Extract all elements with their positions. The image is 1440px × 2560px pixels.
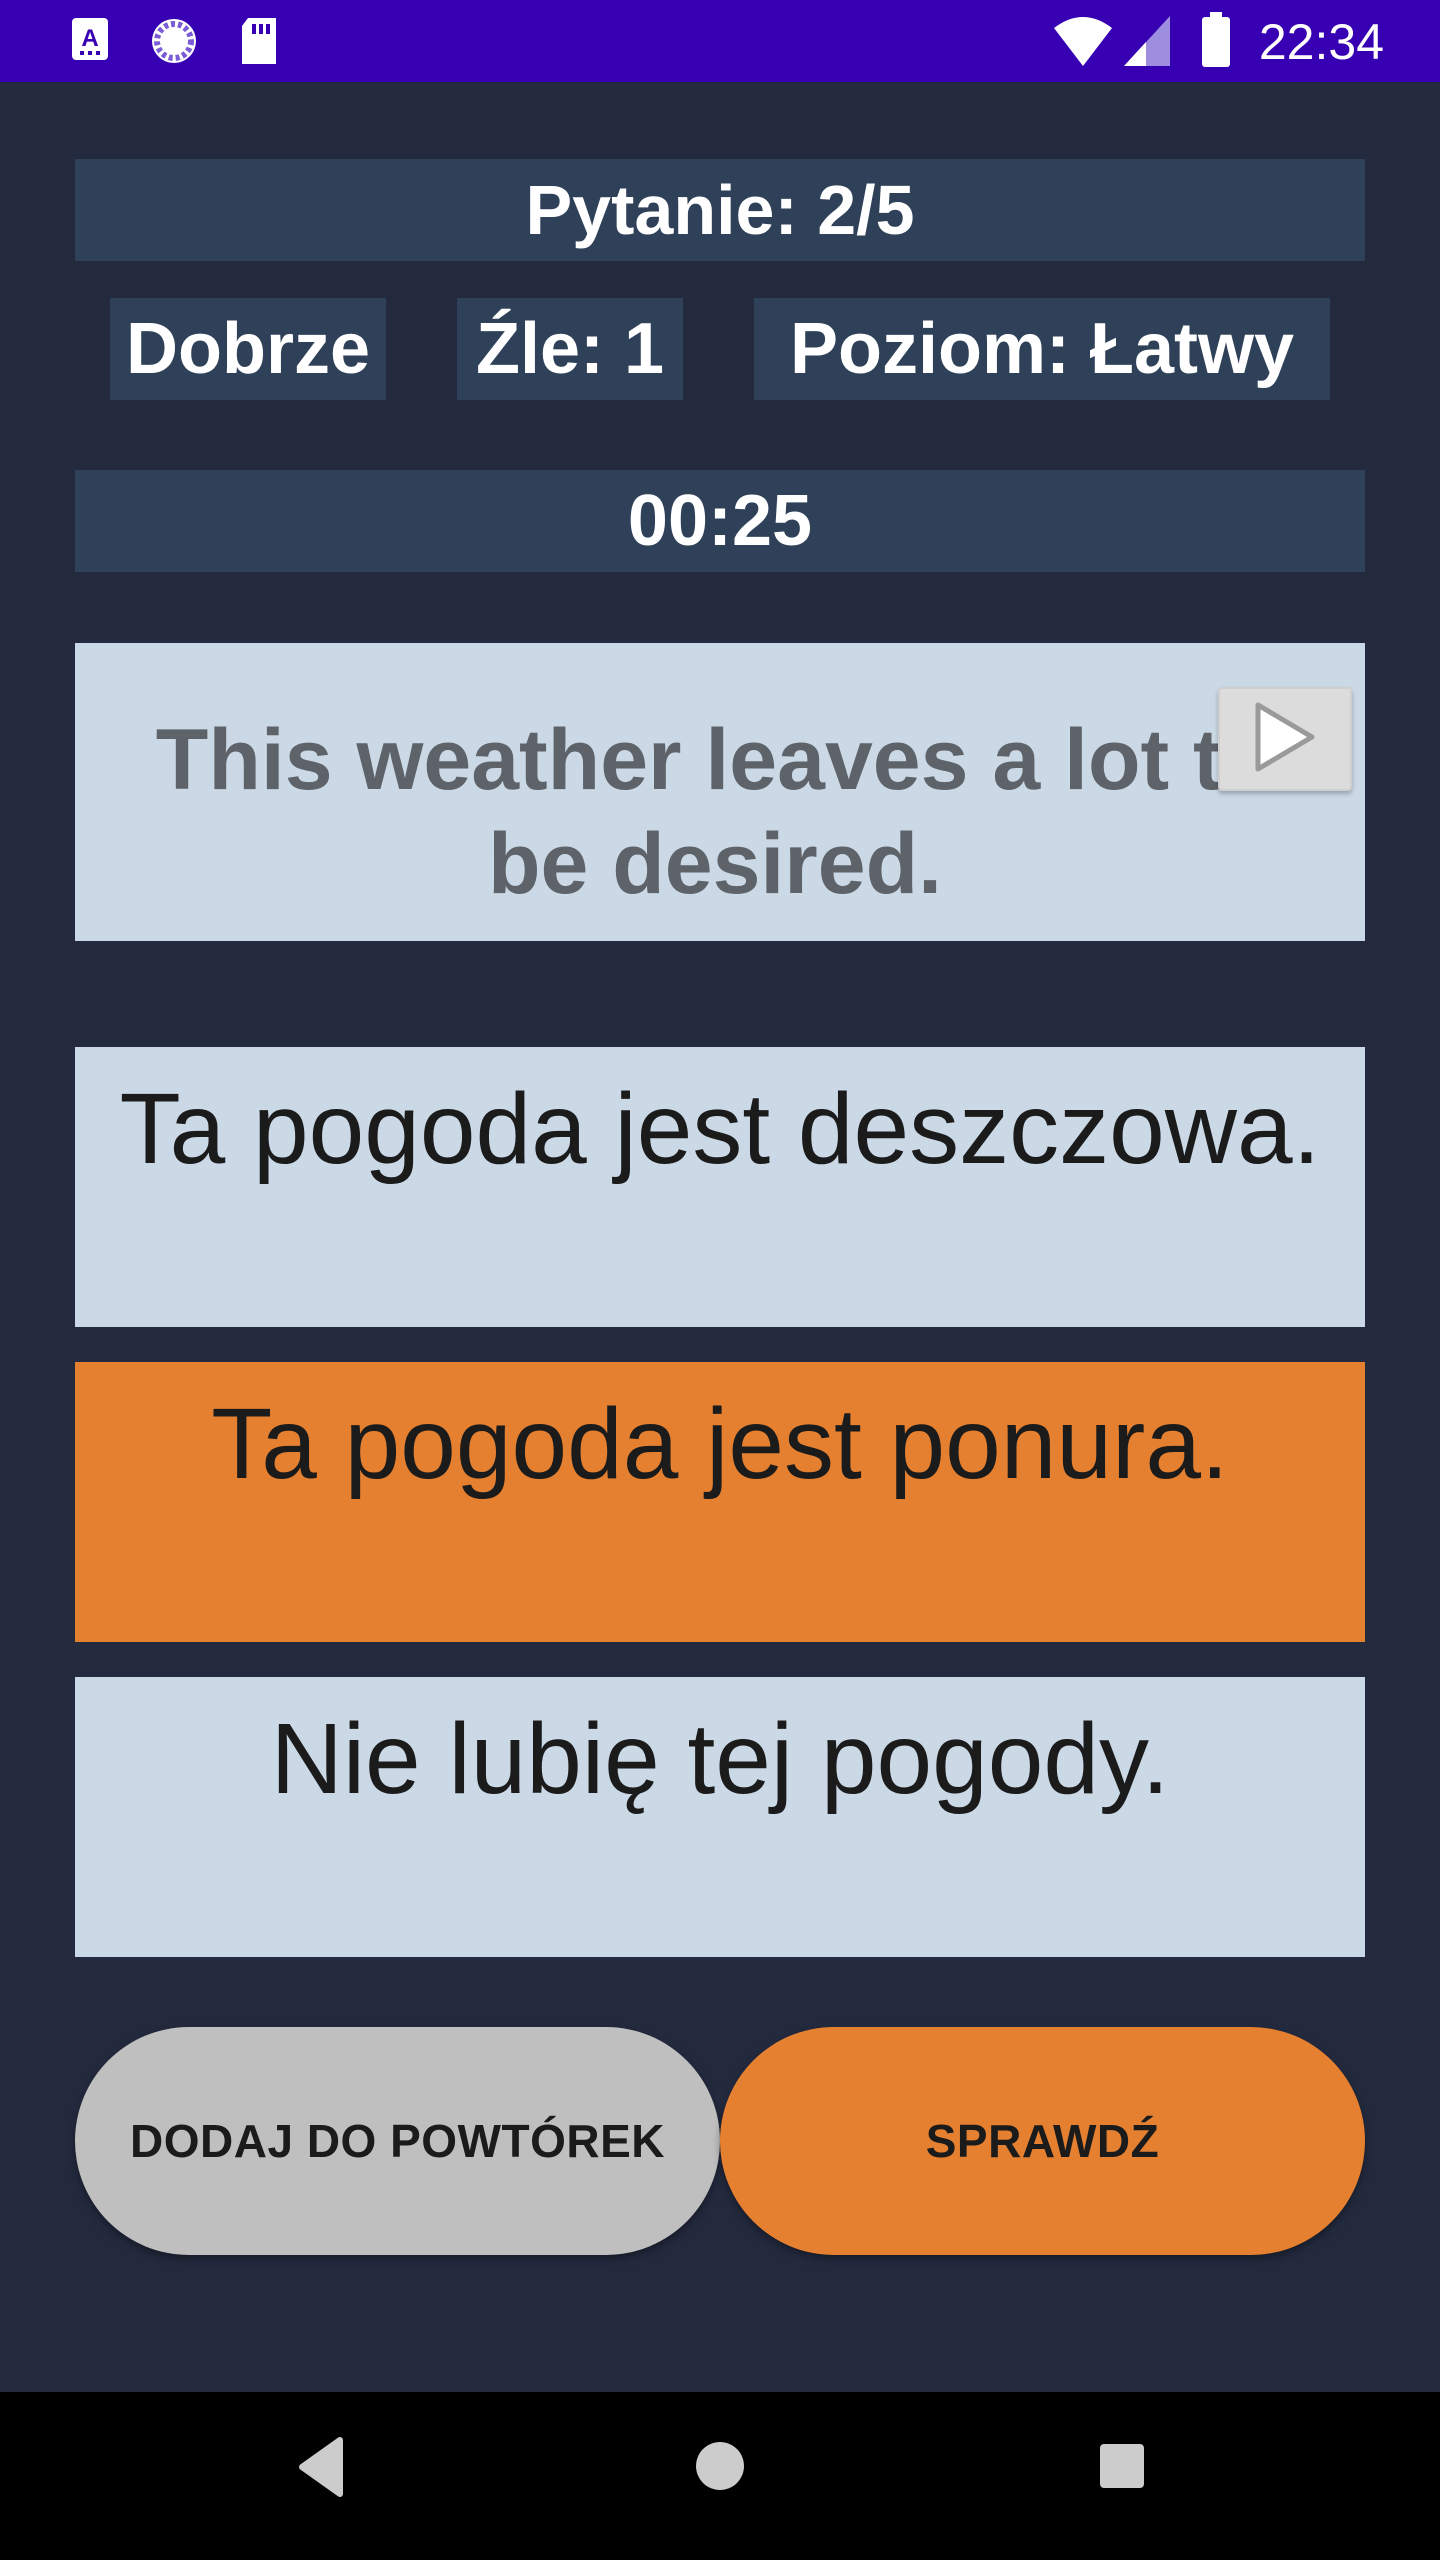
prompt-card: This weather leaves a lot to be desired. (75, 643, 1365, 941)
difficulty-level: Poziom: Łatwy (754, 298, 1330, 400)
wrong-count: Źle: 1 (457, 298, 683, 400)
recents-icon[interactable] (1090, 2434, 1156, 2505)
add-to-review-button[interactable]: DODAJ DO POWTÓREK (75, 2027, 720, 2255)
wifi-icon (1052, 14, 1114, 73)
question-counter: Pytanie: 2/5 (75, 159, 1365, 261)
timer: 00:25 (75, 470, 1365, 572)
sync-icon (148, 16, 200, 71)
battery-icon (1200, 12, 1232, 73)
signal-icon (1122, 14, 1172, 73)
svg-text:A: A (81, 25, 98, 52)
play-audio-button[interactable] (1218, 687, 1352, 791)
back-icon[interactable] (290, 2432, 354, 2507)
answer-option-1[interactable]: Ta pogoda jest deszczowa. (75, 1047, 1365, 1327)
navigation-bar (0, 2392, 1440, 2560)
answer-option-2[interactable]: Ta pogoda jest ponura. (75, 1362, 1365, 1642)
quiz-screen: A 22:34 Pytanie: 2/5 Dobrze Źle: 1 Pozio… (0, 0, 1440, 2560)
correct-count: Dobrze (110, 298, 386, 400)
sd-card-icon (238, 16, 280, 71)
font-icon: A (70, 16, 110, 67)
check-button[interactable]: SPRAWDŹ (720, 2027, 1365, 2255)
play-icon (1250, 699, 1320, 780)
answer-option-3[interactable]: Nie lubię tej pogody. (75, 1677, 1365, 1957)
home-icon[interactable] (684, 2430, 756, 2507)
status-time: 22:34 (1258, 14, 1384, 70)
prompt-text: This weather leaves a lot to be desired. (155, 712, 1275, 912)
status-bar: A 22:34 (0, 0, 1440, 82)
